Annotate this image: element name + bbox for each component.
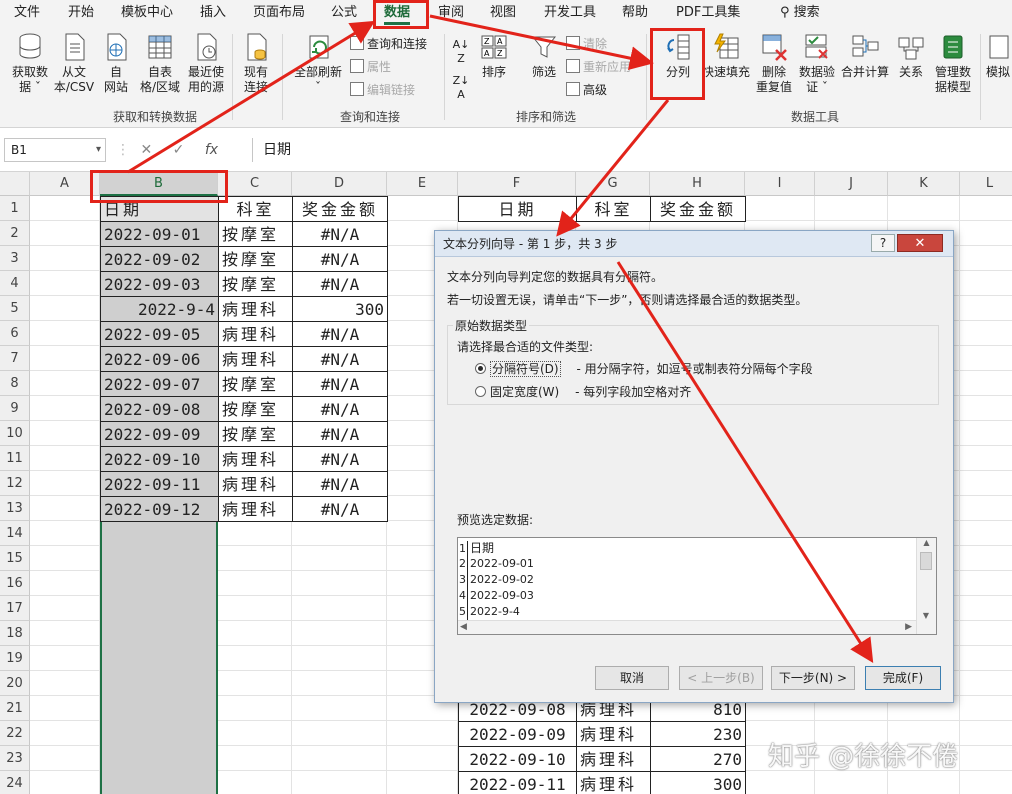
excel-window: 文件 开始 模板中心 插入 页面布局 公式 数据 审阅 视图 开发工具 帮助 P… [0,0,1012,794]
annotation-arrows [127,14,874,664]
arrow-data-tab-to-split [429,14,654,71]
arrow-dialog-to-finish [616,261,874,664]
watermark: 知乎 @徐徐不倦 [768,742,959,772]
arrow-column-to-data-tab [127,20,376,174]
arrow-split-to-dialog [556,99,670,237]
